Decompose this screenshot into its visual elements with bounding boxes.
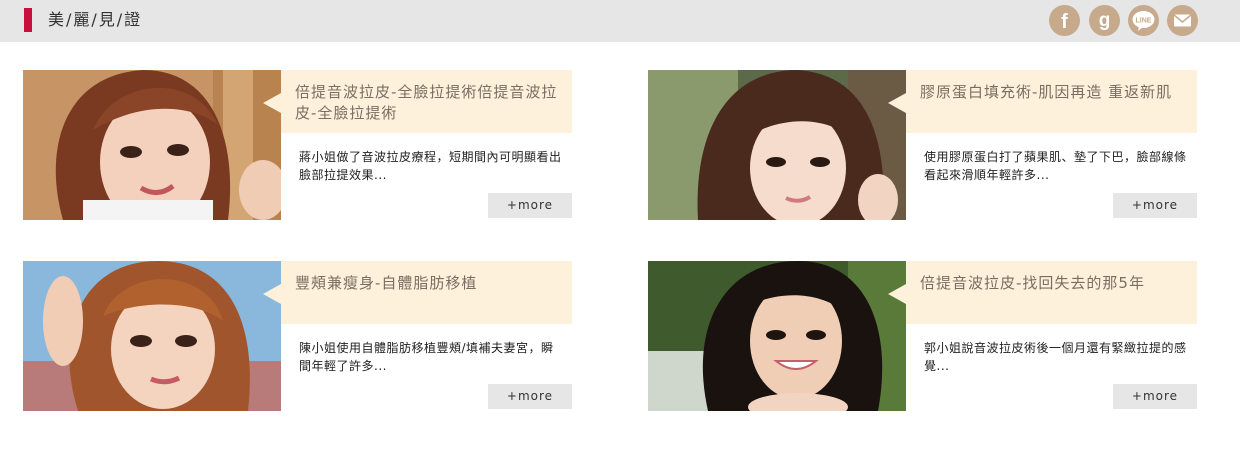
- title-accent-bar: [24, 8, 32, 32]
- card-title[interactable]: 豐頰兼瘦身-自體脂肪移植: [295, 273, 563, 294]
- line-icon[interactable]: LINE: [1128, 5, 1159, 36]
- more-button[interactable]: +more: [1113, 193, 1197, 218]
- testimonial-card: 豐頰兼瘦身-自體脂肪移植 陳小姐使用自體脂肪移植豐頰/填補夫妻宮，瞬間年輕了許多…: [23, 261, 572, 411]
- facebook-icon[interactable]: f: [1049, 5, 1080, 36]
- testimonial-photo[interactable]: [648, 261, 906, 411]
- more-button[interactable]: +more: [1113, 384, 1197, 409]
- header-bar: 美/麗/見/證 f g LINE: [0, 0, 1240, 42]
- card-title-box: 膠原蛋白填充術-肌因再造 重返新肌: [888, 70, 1197, 133]
- card-description: 蔣小姐做了音波拉皮療程，短期間內可明顯看出臉部拉提效果...: [299, 150, 562, 182]
- card-description: 郭小姐說音波拉皮術後一個月還有緊緻拉提的感覺...: [924, 341, 1187, 373]
- more-button[interactable]: +more: [488, 193, 572, 218]
- testimonial-photo[interactable]: [23, 261, 281, 411]
- card-description: 使用膠原蛋白打了蘋果肌、墊了下巴，臉部線條看起來滑順年輕許多...: [924, 150, 1187, 182]
- page-title: 美/麗/見/證: [48, 10, 143, 29]
- card-description: 陳小姐使用自體脂肪移植豐頰/填補夫妻宮，瞬間年輕了許多...: [299, 341, 554, 373]
- google-icon[interactable]: g: [1089, 5, 1120, 36]
- testimonial-card: 倍提音波拉皮-找回失去的那5年 郭小姐說音波拉皮術後一個月還有緊緻拉提的感覺..…: [648, 261, 1197, 411]
- title-pointer: [263, 93, 281, 113]
- title-pointer: [888, 93, 906, 113]
- svg-text:LINE: LINE: [1136, 18, 1152, 25]
- mail-icon[interactable]: [1167, 5, 1198, 36]
- testimonial-photo[interactable]: [648, 70, 906, 220]
- title-pointer: [263, 284, 281, 304]
- title-pointer: [888, 284, 906, 304]
- testimonial-photo[interactable]: [23, 70, 281, 220]
- card-title-box: 倍提音波拉皮-找回失去的那5年: [888, 261, 1197, 324]
- testimonial-card: 膠原蛋白填充術-肌因再造 重返新肌 使用膠原蛋白打了蘋果肌、墊了下巴，臉部線條看…: [648, 70, 1197, 220]
- card-title[interactable]: 倍提音波拉皮-全臉拉提術倍提音波拉皮-全臉拉提術: [295, 82, 563, 124]
- card-title-box: 倍提音波拉皮-全臉拉提術倍提音波拉皮-全臉拉提術: [263, 70, 572, 133]
- testimonial-card: 倍提音波拉皮-全臉拉提術倍提音波拉皮-全臉拉提術 蔣小姐做了音波拉皮療程，短期間…: [23, 70, 572, 220]
- card-title-box: 豐頰兼瘦身-自體脂肪移植: [263, 261, 572, 324]
- svg-text:g: g: [1099, 10, 1111, 31]
- card-title[interactable]: 倍提音波拉皮-找回失去的那5年: [920, 273, 1188, 294]
- svg-text:f: f: [1061, 11, 1068, 33]
- card-title[interactable]: 膠原蛋白填充術-肌因再造 重返新肌: [920, 82, 1188, 103]
- more-button[interactable]: +more: [488, 384, 572, 409]
